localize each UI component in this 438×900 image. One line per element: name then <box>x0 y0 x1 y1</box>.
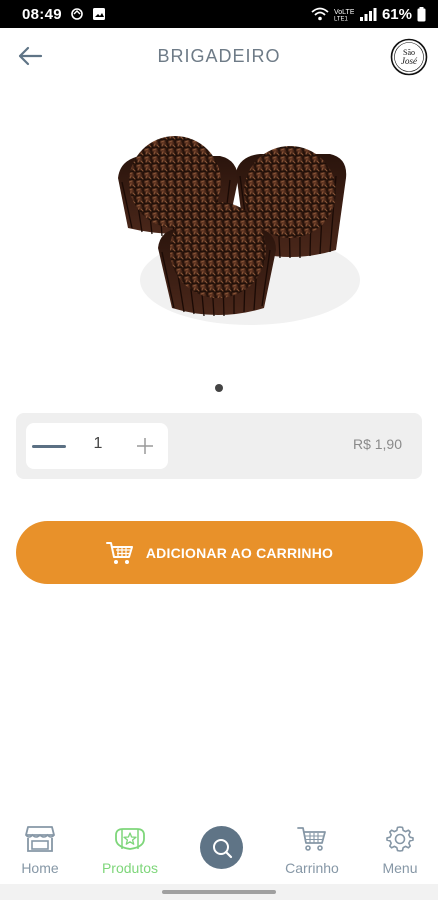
page-title: BRIGADEIRO <box>157 45 281 66</box>
battery-percent: 61% <box>381 5 412 23</box>
search-icon <box>212 838 232 858</box>
add-to-cart-button[interactable]: ADICIONAR AO CARRINHO <box>16 521 423 584</box>
carousel-dot-active[interactable] <box>215 384 223 392</box>
plus-icon <box>137 438 153 454</box>
increase-quantity-button[interactable] <box>134 433 156 459</box>
store-icon <box>25 826 55 852</box>
nav-products[interactable]: Produtos <box>98 812 162 884</box>
product-screen: 08:49 VoLTELTE1 61% BRIGADEIRO São José <box>0 0 438 900</box>
app-header: BRIGADEIRO São José <box>0 28 438 84</box>
quantity-value: 1 <box>93 435 103 452</box>
product-price: R$ 1,90 <box>352 436 402 452</box>
svg-text:VoLTE: VoLTE <box>334 9 354 16</box>
volte-icon: VoLTELTE1 <box>334 9 354 22</box>
quantity-panel: 1 R$ 1,90 <box>16 413 422 479</box>
nav-search-button[interactable] <box>200 826 243 869</box>
nav-menu[interactable]: Menu <box>378 812 422 884</box>
nav-label-menu: Menu <box>382 860 418 876</box>
minus-icon <box>32 445 66 448</box>
brand-logo: São José <box>390 38 428 76</box>
wifi-icon <box>311 7 329 21</box>
signal-icon <box>359 8 377 21</box>
add-to-cart-label: ADICIONAR AO CARRINHO <box>145 544 334 561</box>
cart-icon <box>105 541 133 564</box>
product-image <box>0 100 438 370</box>
gallery-icon <box>92 8 105 20</box>
nav-label-cart: Carrinho <box>285 860 339 876</box>
status-time: 08:49 <box>22 5 62 23</box>
products-icon <box>115 828 145 850</box>
home-gesture-bar[interactable] <box>162 890 276 894</box>
status-bar: 08:49 VoLTE LTE1 61% <box>0 0 438 28</box>
battery-icon <box>417 6 426 21</box>
decrease-quantity-button[interactable] <box>30 431 68 461</box>
logo-text-line2: José <box>401 56 418 66</box>
quantity-stepper: 1 <box>26 423 168 469</box>
brigadeiro-image <box>118 136 360 325</box>
gesture-area <box>0 884 438 900</box>
nav-label-products: Produtos <box>101 860 159 876</box>
nav-home[interactable]: Home <box>16 812 64 884</box>
bottom-nav: Home Produtos Carrinho Menu <box>0 812 438 884</box>
svg-text:LTE1: LTE1 <box>334 17 349 22</box>
arrow-left-icon <box>18 46 43 66</box>
nav-cart[interactable]: Carrinho <box>282 812 342 884</box>
cart-icon <box>297 827 326 851</box>
nav-label-home: Home <box>21 860 59 876</box>
sync-icon <box>71 8 83 20</box>
gear-icon <box>386 826 414 852</box>
back-button[interactable] <box>14 42 46 70</box>
